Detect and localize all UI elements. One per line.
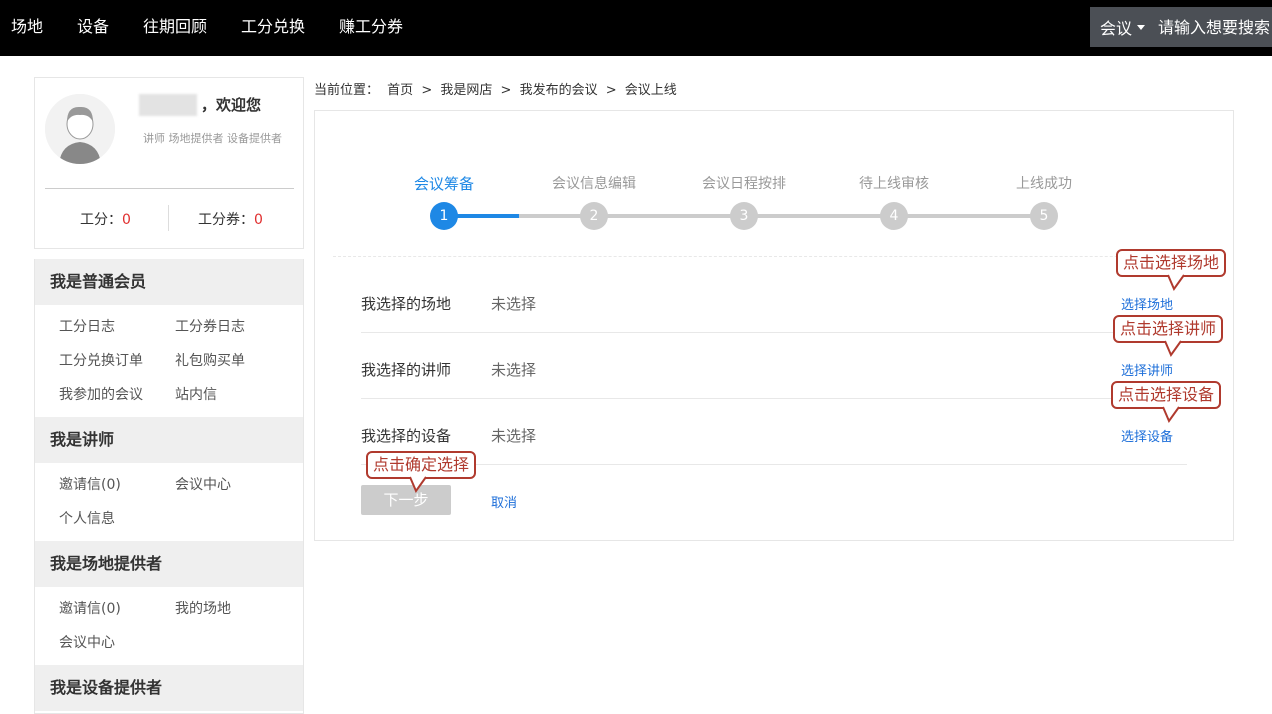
nav-venue[interactable]: 场地: [11, 17, 43, 37]
step-label-3: 会议日程按排: [702, 176, 786, 192]
sidebar-item-venue-invites[interactable]: 邀请信(0): [59, 598, 121, 618]
sidebar-group-lecturer: 我是讲师: [35, 417, 303, 463]
sidebar-item-lecturer-invites[interactable]: 邀请信(0): [59, 474, 121, 494]
nav-equipment[interactable]: 设备: [77, 17, 109, 37]
select-venue-link[interactable]: 选择场地: [1121, 294, 1173, 313]
sidebar-group-venue-provider: 我是场地提供者: [35, 541, 303, 587]
sidebar-group-member-links: 工分日志 工分券日志 工分兑换订单 礼包购买单 我参加的会议 站内信: [35, 305, 303, 417]
divider: [361, 398, 1187, 399]
lecturer-row-label: 我选择的讲师: [361, 361, 452, 379]
search-category-label: 会议: [1100, 19, 1133, 38]
points-label: 工分：: [80, 212, 122, 228]
breadcrumb-separator: >: [605, 83, 617, 98]
caret-down-icon: [1137, 24, 1146, 30]
sidebar-group-equipment-provider: 我是设备提供者: [35, 665, 303, 711]
sidebar-item-inbox[interactable]: 站内信: [175, 384, 217, 404]
coupons-value: 0: [254, 212, 263, 228]
profile-card: ，欢迎您 讲师 场地提供者 设备提供者 工分：0 工分券：0: [34, 77, 304, 249]
sidebar-item-venue-meeting-center[interactable]: 会议中心: [59, 632, 115, 652]
sidebar-item-my-meetings[interactable]: 我参加的会议: [59, 384, 143, 404]
breadcrumb-shop[interactable]: 我是网店: [440, 83, 492, 98]
breadcrumb: 当前位置： 首页 > 我是网店 > 我发布的会议 > 会议上线: [314, 79, 681, 98]
search-category-select[interactable]: 会议: [1090, 15, 1146, 39]
callout-select-lecturer: 点击选择讲师: [1113, 315, 1224, 358]
sidebar-item-gift-orders[interactable]: 礼包购买单: [175, 350, 245, 370]
step-circle-2: 2: [580, 202, 608, 230]
breadcrumb-my-meetings[interactable]: 我发布的会议: [520, 83, 598, 98]
search-box: 会议: [1090, 7, 1272, 47]
select-lecturer-link[interactable]: 选择讲师: [1121, 360, 1173, 379]
points-value: 0: [122, 212, 131, 228]
coupons-display: 工分券：0: [198, 209, 263, 229]
callout-tail-icon: [409, 476, 427, 494]
callout-text: 点击选择场地: [1123, 253, 1220, 272]
sidebar-item-my-venues[interactable]: 我的场地: [175, 598, 231, 618]
breadcrumb-home[interactable]: 首页: [387, 83, 413, 98]
username-redacted: [139, 94, 197, 116]
top-nav: 场地 设备 往期回顾 工分兑换 赚工分券 会议: [0, 0, 1272, 56]
sidebar-item-exchange-orders[interactable]: 工分兑换订单: [59, 350, 143, 370]
sidebar-group-lecturer-links: 邀请信(0) 会议中心 个人信息: [35, 463, 303, 541]
callout-tail-icon: [1164, 340, 1182, 358]
nav-past-review[interactable]: 往期回顾: [143, 17, 207, 37]
nav-earn-coupons[interactable]: 赚工分券: [339, 17, 403, 37]
sidebar-item-coupon-log[interactable]: 工分券日志: [175, 316, 245, 336]
step-label-4: 待上线审核: [859, 176, 929, 192]
cancel-link[interactable]: 取消: [491, 492, 517, 511]
step-label-1: 会议筹备: [413, 175, 475, 193]
divider: [168, 205, 169, 231]
callout-text: 点击选择设备: [1118, 385, 1215, 404]
sidebar-group-venue-links: 邀请信(0) 我的场地 会议中心: [35, 587, 303, 665]
divider: [45, 188, 294, 189]
breadcrumb-current: 会议上线: [624, 83, 677, 98]
select-equipment-link[interactable]: 选择设备: [1121, 426, 1173, 445]
welcome-text: ，欢迎您: [201, 96, 262, 114]
next-step-button[interactable]: 下一步: [361, 485, 451, 515]
points-display: 工分：0: [80, 209, 131, 229]
callout-confirm-selection: 点击确定选择: [366, 451, 477, 494]
breadcrumb-separator: >: [421, 83, 433, 98]
breadcrumb-prefix: 当前位置：: [314, 83, 380, 98]
callout-select-venue: 点击选择场地: [1116, 249, 1227, 292]
sidebar-group-member: 我是普通会员: [35, 259, 303, 305]
venue-row-label: 我选择的场地: [361, 295, 452, 313]
nav-points-exchange[interactable]: 工分兑换: [241, 17, 305, 37]
divider: [361, 464, 1187, 465]
sidebar-item-lecturer-meeting-center[interactable]: 会议中心: [175, 474, 231, 494]
user-silhouette-icon: [45, 94, 115, 164]
avatar: [45, 94, 115, 164]
sidebar-item-personal-info[interactable]: 个人信息: [59, 508, 115, 528]
sidebar-item-points-log[interactable]: 工分日志: [59, 316, 115, 336]
callout-text: 点击选择讲师: [1120, 319, 1217, 338]
step-circle-3: 3: [730, 202, 758, 230]
callout-text: 点击确定选择: [373, 455, 470, 474]
divider: [361, 332, 1187, 333]
step-label-5: 上线成功: [1016, 176, 1072, 192]
breadcrumb-separator: >: [500, 83, 512, 98]
venue-row-value: 未选择: [491, 295, 537, 313]
user-roles: 讲师 场地提供者 设备提供者: [143, 132, 282, 145]
equipment-row-label: 我选择的设备: [361, 427, 452, 445]
callout-tail-icon: [1167, 274, 1185, 292]
callout-tail-icon: [1162, 406, 1180, 424]
step-circle-4: 4: [880, 202, 908, 230]
sidebar: 我是普通会员 工分日志 工分券日志 工分兑换订单 礼包购买单 我参加的会议 站内…: [34, 259, 304, 714]
equipment-row-value: 未选择: [491, 427, 537, 445]
search-input[interactable]: [1158, 17, 1272, 37]
divider: [333, 256, 1223, 257]
step-circle-5: 5: [1030, 202, 1058, 230]
lecturer-row-value: 未选择: [491, 361, 537, 379]
callout-select-equipment: 点击选择设备: [1111, 381, 1222, 424]
coupons-label: 工分券：: [198, 212, 254, 228]
step-circle-1: 1: [430, 202, 458, 230]
step-label-2: 会议信息编辑: [552, 176, 636, 192]
